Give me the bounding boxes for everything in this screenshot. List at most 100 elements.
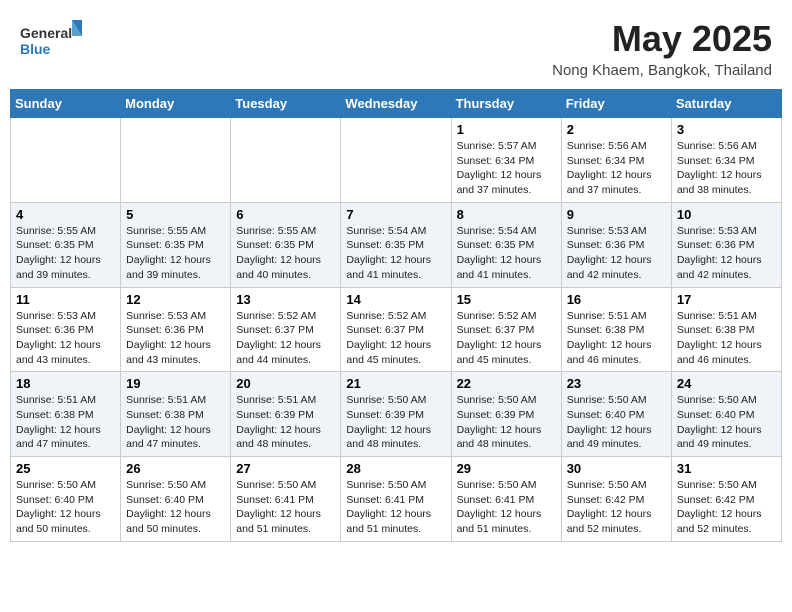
day-number: 23: [567, 376, 666, 391]
day-info: Sunrise: 5:50 AMSunset: 6:41 PMDaylight:…: [236, 478, 335, 537]
calendar-day-cell: 14Sunrise: 5:52 AMSunset: 6:37 PMDayligh…: [341, 287, 451, 372]
day-info: Sunrise: 5:56 AMSunset: 6:34 PMDaylight:…: [567, 139, 666, 198]
calendar-day-cell: 19 Sunrise: 5:51 AMSunset: 6:38 PMDayligh…: [121, 372, 231, 457]
calendar-day-cell: 15 Sunrise: 5:52 AMSunset: 6:37 PMDayligh…: [451, 287, 561, 372]
day-info: Sunrise: 5:50 AMSunset: 6:40 PMDaylight:…: [126, 478, 225, 537]
day-number: 1: [457, 122, 556, 137]
day-number: 30: [567, 461, 666, 476]
calendar-day-cell: 2 Sunrise: 5:56 AMSunset: 6:34 PMDaylight…: [561, 118, 671, 203]
day-number: 2: [567, 122, 666, 137]
calendar-week-row: 18Sunrise: 5:51 AMSunset: 6:38 PMDayligh…: [11, 372, 782, 457]
day-info: Sunrise: 5:51 AMSunset: 6:38 PMDaylight:…: [16, 393, 115, 452]
calendar-day-cell: 22Sunrise: 5:50 AMSunset: 6:39 PMDayligh…: [451, 372, 561, 457]
day-info: Sunrise: 5:50 AMSunset: 6:41 PMDaylight:…: [457, 478, 556, 537]
day-number: 27: [236, 461, 335, 476]
day-info: Sunrise: 5:50 AMSunset: 6:42 PMDaylight:…: [567, 478, 666, 537]
day-info: Sunrise: 5:53 AMSunset: 6:36 PMDaylight:…: [677, 224, 776, 283]
day-number: 16: [567, 292, 666, 307]
day-info: Sunrise: 5:50 AMSunset: 6:39 PMDaylight:…: [346, 393, 445, 452]
calendar-day-cell: 6 Sunrise: 5:55 AMSunset: 6:35 PMDaylight…: [231, 202, 341, 287]
day-number: 26: [126, 461, 225, 476]
day-info: Sunrise: 5:53 AMSunset: 6:36 PMDaylight:…: [126, 309, 225, 368]
day-number: 28: [346, 461, 445, 476]
calendar-day-cell: 10 Sunrise: 5:53 AMSunset: 6:36 PMDayligh…: [671, 202, 781, 287]
weekday-header-row: SundayMondayTuesdayWednesdayThursdayFrid…: [11, 90, 782, 118]
calendar-day-cell: 13 Sunrise: 5:52 AMSunset: 6:37 PMDayligh…: [231, 287, 341, 372]
logo-svg: General Blue: [20, 18, 110, 62]
day-number: 11: [16, 292, 115, 307]
day-number: 29: [457, 461, 556, 476]
day-info: Sunrise: 5:55 AMSunset: 6:35 PMDaylight:…: [16, 224, 115, 283]
day-info: Sunrise: 5:50 AMSunset: 6:40 PMDaylight:…: [677, 393, 776, 452]
calendar-week-row: 4Sunrise: 5:55 AMSunset: 6:35 PMDaylight…: [11, 202, 782, 287]
svg-text:Blue: Blue: [20, 41, 51, 57]
calendar-day-cell: 20 Sunrise: 5:51 AMSunset: 6:39 PMDayligh…: [231, 372, 341, 457]
day-number: 21: [346, 376, 445, 391]
calendar-day-cell: 25Sunrise: 5:50 AMSunset: 6:40 PMDayligh…: [11, 457, 121, 542]
day-info: Sunrise: 5:51 AMSunset: 6:38 PMDaylight:…: [126, 393, 225, 452]
calendar-day-cell: 28 Sunrise: 5:50 AMSunset: 6:41 PMDayligh…: [341, 457, 451, 542]
calendar-day-cell: 26 Sunrise: 5:50 AMSunset: 6:40 PMDayligh…: [121, 457, 231, 542]
day-info: Sunrise: 5:56 AMSunset: 6:34 PMDaylight:…: [677, 139, 776, 198]
weekday-header-cell: Friday: [561, 90, 671, 118]
day-number: 24: [677, 376, 776, 391]
day-info: Sunrise: 5:53 AMSunset: 6:36 PMDaylight:…: [16, 309, 115, 368]
calendar-day-cell: 16 Sunrise: 5:51 AMSunset: 6:38 PMDayligh…: [561, 287, 671, 372]
calendar-day-cell: [341, 118, 451, 203]
day-number: 17: [677, 292, 776, 307]
calendar-day-cell: 21 Sunrise: 5:50 AMSunset: 6:39 PMDayligh…: [341, 372, 451, 457]
day-number: 12: [126, 292, 225, 307]
calendar-day-cell: 27 Sunrise: 5:50 AMSunset: 6:41 PMDayligh…: [231, 457, 341, 542]
day-number: 19: [126, 376, 225, 391]
weekday-header-cell: Tuesday: [231, 90, 341, 118]
day-info: Sunrise: 5:52 AMSunset: 6:37 PMDaylight:…: [457, 309, 556, 368]
day-number: 20: [236, 376, 335, 391]
day-info: Sunrise: 5:53 AMSunset: 6:36 PMDaylight:…: [567, 224, 666, 283]
month-year-title: May 2025: [552, 18, 772, 60]
day-number: 13: [236, 292, 335, 307]
svg-text:General: General: [20, 25, 72, 41]
calendar-day-cell: 12 Sunrise: 5:53 AMSunset: 6:36 PMDayligh…: [121, 287, 231, 372]
title-block: May 2025 Nong Khaem, Bangkok, Thailand: [552, 18, 772, 79]
day-number: 8: [457, 207, 556, 222]
calendar-day-cell: 17Sunrise: 5:51 AMSunset: 6:38 PMDayligh…: [671, 287, 781, 372]
day-info: Sunrise: 5:51 AMSunset: 6:39 PMDaylight:…: [236, 393, 335, 452]
calendar-day-cell: [11, 118, 121, 203]
calendar-day-cell: 11 Sunrise: 5:53 AMSunset: 6:36 PMDayligh…: [11, 287, 121, 372]
calendar-day-cell: [121, 118, 231, 203]
day-number: 15: [457, 292, 556, 307]
weekday-header-cell: Thursday: [451, 90, 561, 118]
weekday-header-cell: Saturday: [671, 90, 781, 118]
day-number: 25: [16, 461, 115, 476]
day-info: Sunrise: 5:52 AMSunset: 6:37 PMDaylight:…: [346, 309, 445, 368]
page-header: General Blue May 2025 Nong Khaem, Bangko…: [10, 10, 782, 85]
calendar-day-cell: 29 Sunrise: 5:50 AMSunset: 6:41 PMDayligh…: [451, 457, 561, 542]
day-number: 10: [677, 207, 776, 222]
day-number: 6: [236, 207, 335, 222]
day-info: Sunrise: 5:52 AMSunset: 6:37 PMDaylight:…: [236, 309, 335, 368]
calendar-day-cell: 8 Sunrise: 5:54 AMSunset: 6:35 PMDaylight…: [451, 202, 561, 287]
day-info: Sunrise: 5:50 AMSunset: 6:40 PMDaylight:…: [567, 393, 666, 452]
day-info: Sunrise: 5:55 AMSunset: 6:35 PMDaylight:…: [236, 224, 335, 283]
weekday-header-cell: Monday: [121, 90, 231, 118]
calendar-day-cell: 3 Sunrise: 5:56 AMSunset: 6:34 PMDaylight…: [671, 118, 781, 203]
calendar-day-cell: 31Sunrise: 5:50 AMSunset: 6:42 PMDayligh…: [671, 457, 781, 542]
day-info: Sunrise: 5:51 AMSunset: 6:38 PMDaylight:…: [567, 309, 666, 368]
day-number: 31: [677, 461, 776, 476]
day-number: 5: [126, 207, 225, 222]
day-number: 7: [346, 207, 445, 222]
calendar-day-cell: 5Sunrise: 5:55 AMSunset: 6:35 PMDaylight…: [121, 202, 231, 287]
calendar-body: 1 Sunrise: 5:57 AMSunset: 6:34 PMDaylight…: [11, 118, 782, 542]
day-info: Sunrise: 5:54 AMSunset: 6:35 PMDaylight:…: [457, 224, 556, 283]
calendar-day-cell: 4Sunrise: 5:55 AMSunset: 6:35 PMDaylight…: [11, 202, 121, 287]
day-number: 3: [677, 122, 776, 137]
weekday-header-cell: Wednesday: [341, 90, 451, 118]
calendar-week-row: 11 Sunrise: 5:53 AMSunset: 6:36 PMDayligh…: [11, 287, 782, 372]
calendar-day-cell: 1 Sunrise: 5:57 AMSunset: 6:34 PMDaylight…: [451, 118, 561, 203]
day-number: 9: [567, 207, 666, 222]
calendar-day-cell: 7Sunrise: 5:54 AMSunset: 6:35 PMDaylight…: [341, 202, 451, 287]
logo: General Blue: [20, 18, 110, 67]
day-info: Sunrise: 5:57 AMSunset: 6:34 PMDaylight:…: [457, 139, 556, 198]
day-info: Sunrise: 5:50 AMSunset: 6:41 PMDaylight:…: [346, 478, 445, 537]
calendar-week-row: 25 Sunrise: 5:50 AMSunset: 6:40 PMDayligh…: [11, 457, 782, 542]
